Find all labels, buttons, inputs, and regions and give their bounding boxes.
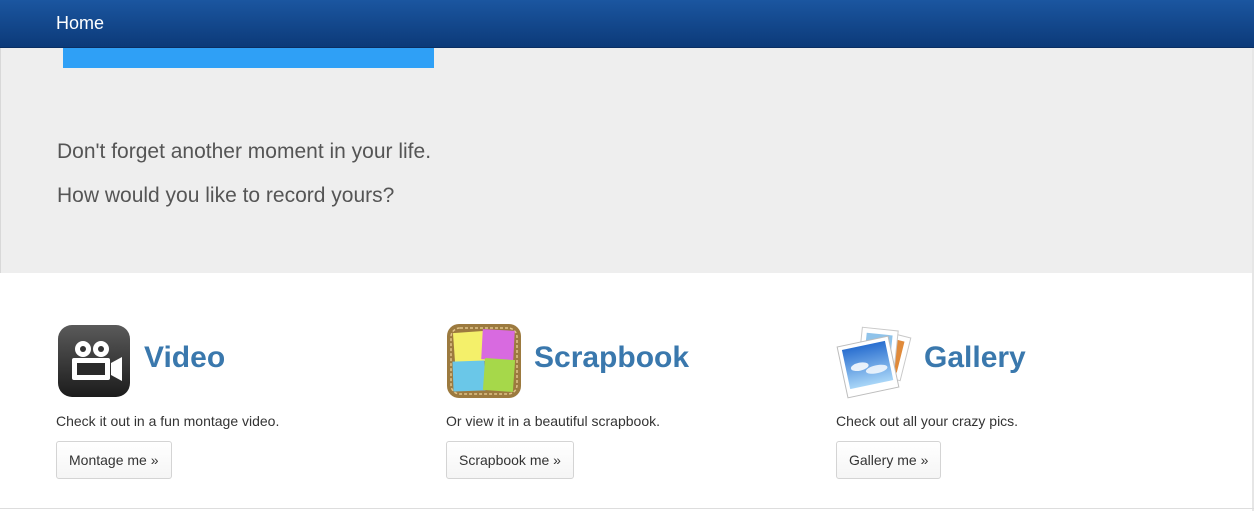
scrapbook-icon	[446, 323, 522, 399]
feature-scrapbook: Scrapbook Or view it in a beautiful scra…	[446, 323, 776, 483]
photo-gallery-icon	[836, 323, 912, 399]
gallery-button[interactable]: Gallery me »	[836, 441, 942, 479]
montage-button[interactable]: Montage me »	[56, 441, 172, 479]
feature-title-gallery[interactable]: Gallery	[924, 341, 1026, 375]
feature-description: Check it out in a fun montage video.	[56, 413, 280, 429]
feature-description: Check out all your crazy pics.	[836, 413, 1019, 429]
feature-video: Video Check it out in a fun montage vide…	[56, 323, 386, 483]
home-link[interactable]: Home	[56, 13, 104, 34]
feature-description: Or view it in a beautiful scrapbook.	[446, 413, 660, 429]
top-navbar: Home	[0, 0, 1254, 48]
feature-gallery: Gallery Check out all your crazy pics. G…	[836, 323, 1166, 483]
feature-title-scrapbook[interactable]: Scrapbook	[534, 341, 689, 375]
hero-question: How would you like to record yours?	[57, 184, 395, 207]
scrapbook-button[interactable]: Scrapbook me »	[446, 441, 574, 479]
feature-title-video[interactable]: Video	[144, 341, 225, 375]
hero-accent-bar	[63, 48, 434, 68]
video-camera-icon	[56, 323, 132, 399]
section-divider	[0, 508, 1254, 509]
hero-tagline: Don't forget another moment in your life…	[57, 140, 432, 163]
hero-section: Don't forget another moment in your life…	[0, 48, 1252, 273]
